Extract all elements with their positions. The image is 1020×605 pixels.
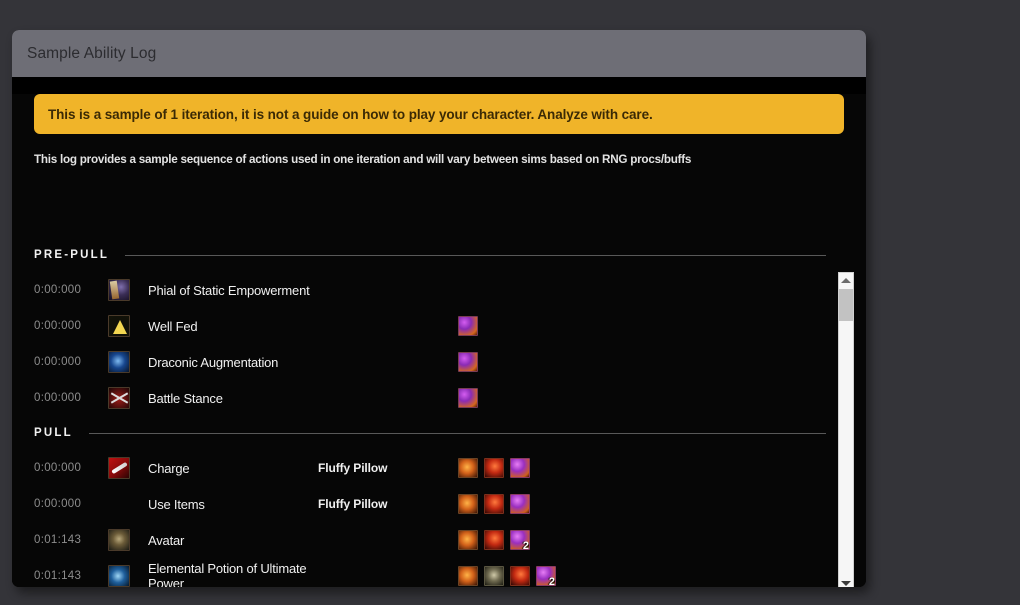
ability-target: Fluffy Pillow <box>318 461 388 475</box>
buff-icon-list <box>458 352 478 372</box>
ability-log-scroll-content: PRE-PULL 0:00:000 Phial of Static Empowerm… <box>34 238 832 587</box>
row-timestamp: 0:01:143 <box>34 570 82 582</box>
ability-icon <box>108 315 130 337</box>
row-timestamp: 0:00:000 <box>34 498 82 510</box>
ability-name: Draconic Augmentation <box>148 354 279 370</box>
window-titlebar: Sample Ability Log <box>12 30 866 77</box>
buff-icon-list <box>458 316 478 336</box>
ability-name: Elemental Potion of Ultimate Power <box>148 561 307 587</box>
purple-flame-buff-icon[interactable] <box>458 352 478 372</box>
orange-claw-buff-icon[interactable] <box>458 530 478 550</box>
section-title: PRE-PULL <box>34 249 110 261</box>
ability-log-area: PRE-PULL 0:00:000 Phial of Static Empowerm… <box>34 238 866 587</box>
buff-icon-list <box>458 494 530 514</box>
ability-target: Fluffy Pillow <box>318 497 388 511</box>
red-slash-buff-icon[interactable] <box>484 458 504 478</box>
ability-icon-art <box>109 566 129 586</box>
orange-claw-buff-icon[interactable] <box>458 566 478 586</box>
ability-icon <box>108 529 130 551</box>
ability-log-row[interactable]: 0:01:143 Elemental Potion of Ultimate Pow… <box>34 558 832 587</box>
log-description: This log provides a sample sequence of a… <box>34 153 692 166</box>
section-header: PULL <box>34 416 832 450</box>
ability-name: Battle Stance <box>148 390 223 406</box>
ability-icon-wrap <box>108 315 148 337</box>
purple-flame-buff-icon[interactable]: 2 <box>510 530 530 550</box>
orange-claw-buff-icon[interactable] <box>458 494 478 514</box>
ability-icon-art <box>109 280 129 300</box>
ability-name: Well Fed <box>148 318 198 334</box>
purple-flame-buff-icon[interactable] <box>458 316 478 336</box>
window-title: Sample Ability Log <box>27 44 157 62</box>
purple-flame-buff-icon[interactable] <box>510 494 530 514</box>
ability-name: Phial of Static Empowerment <box>148 282 310 298</box>
purple-flame-buff-icon[interactable]: 2 <box>536 566 556 586</box>
buff-stack-count: 2 <box>548 576 555 586</box>
ability-name: Avatar <box>148 532 185 548</box>
section-divider <box>88 432 826 434</box>
ability-icon <box>108 279 130 301</box>
orange-claw-buff-icon[interactable] <box>458 458 478 478</box>
ability-log-row[interactable]: 0:01:143 Avatar 2 <box>34 522 832 558</box>
ability-icon-wrap <box>108 457 148 479</box>
ability-icon <box>108 387 130 409</box>
row-timestamp: 0:00:000 <box>34 392 82 404</box>
tan-statue-buff-icon[interactable] <box>484 566 504 586</box>
ability-icon-wrap <box>108 565 148 587</box>
buff-icon-list: 2 <box>458 566 556 586</box>
ability-icon-wrap <box>108 387 148 409</box>
ability-log-row[interactable]: 0:00:000 Phial of Static Empowerment <box>34 272 832 308</box>
section-divider <box>125 254 826 256</box>
purple-flame-buff-icon[interactable] <box>458 388 478 408</box>
ability-name: Use Items <box>148 496 205 512</box>
ability-log-row[interactable]: 0:00:000 Charge Fluffy Pillow <box>34 450 832 486</box>
buff-icon-list <box>458 388 478 408</box>
ability-icon-wrap <box>108 351 148 373</box>
red-slash-buff-icon[interactable] <box>510 566 530 586</box>
scrollbar-down-button[interactable] <box>839 576 853 587</box>
row-timestamp: 0:00:000 <box>34 284 82 296</box>
chevron-down-icon <box>841 581 851 586</box>
red-slash-buff-icon[interactable] <box>484 530 504 550</box>
ability-log-row[interactable]: 0:00:000 Draconic Augmentation <box>34 344 832 380</box>
ability-icon <box>108 457 130 479</box>
red-slash-buff-icon[interactable] <box>484 494 504 514</box>
ability-log-row[interactable]: 0:00:000 Use Items Fluffy Pillow <box>34 486 832 522</box>
ability-log-row[interactable]: 0:00:000 Well Fed <box>34 308 832 344</box>
scrollbar-up-button[interactable] <box>839 273 853 288</box>
ability-icon-art <box>109 388 129 408</box>
ability-icon-art <box>109 458 129 478</box>
section-header: PRE-PULL <box>34 238 832 272</box>
ability-icon-wrap <box>108 279 148 301</box>
section-title: PULL <box>34 427 73 439</box>
row-timestamp: 0:00:000 <box>34 356 82 368</box>
buff-stack-count: 2 <box>522 540 529 550</box>
window-body: This is a sample of 1 iteration, it is n… <box>12 94 866 587</box>
ability-icon <box>108 351 130 373</box>
sample-ability-log-window: Sample Ability Log This is a sample of 1… <box>12 30 866 587</box>
scrollbar-track[interactable] <box>839 321 853 576</box>
ability-icon-art <box>109 530 129 550</box>
row-timestamp: 0:00:000 <box>34 320 82 332</box>
row-timestamp: 0:01:143 <box>34 534 82 546</box>
ability-icon-wrap <box>108 529 148 551</box>
disclaimer-banner: This is a sample of 1 iteration, it is n… <box>34 94 844 134</box>
buff-icon-list: 2 <box>458 530 530 550</box>
purple-flame-buff-icon[interactable] <box>510 458 530 478</box>
ability-log-row[interactable]: 0:00:000 Battle Stance <box>34 380 832 416</box>
buff-icon-list <box>458 458 530 478</box>
scrollbar-thumb[interactable] <box>839 289 853 321</box>
vertical-scrollbar[interactable] <box>838 272 854 587</box>
ability-icon <box>108 565 130 587</box>
chevron-up-icon <box>841 278 851 283</box>
ability-name: Charge <box>148 460 190 476</box>
disclaimer-banner-text: This is a sample of 1 iteration, it is n… <box>48 106 653 122</box>
ability-icon-art <box>109 316 129 336</box>
row-timestamp: 0:00:000 <box>34 462 82 474</box>
ability-icon-art <box>109 352 129 372</box>
